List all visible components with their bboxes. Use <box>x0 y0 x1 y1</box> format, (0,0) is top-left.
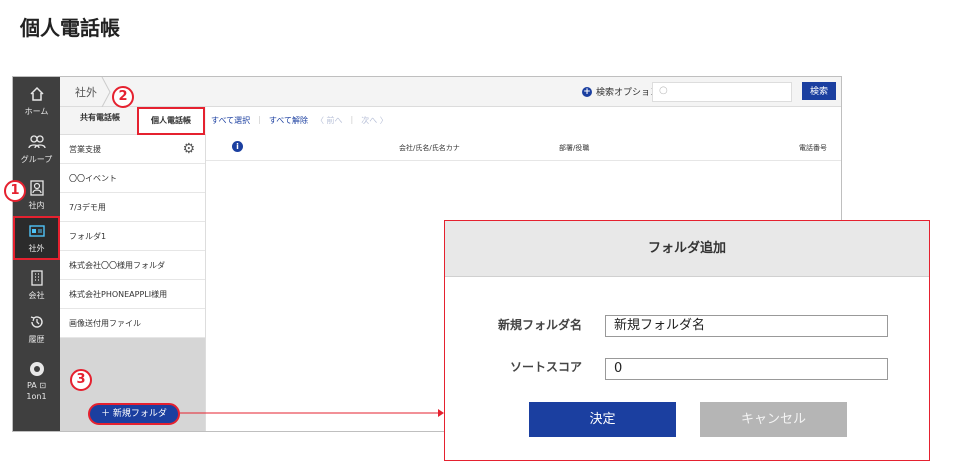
folder-label: 株式会社PHONEAPPLI様用 <box>69 290 168 299</box>
add-folder-dialog: フォルダ追加 新規フォルダ名 新規フォルダ名 ソートスコア 0 決定 キャンセル <box>444 220 930 461</box>
rail-item-label: 社外 <box>28 244 45 253</box>
folder-item[interactable]: 〇〇イベント <box>60 164 205 193</box>
dialog-title: フォルダ追加 <box>445 221 929 277</box>
rail-item-label: ホーム <box>24 107 49 116</box>
rail-item-external[interactable]: 社外 <box>13 216 60 260</box>
cancel-button[interactable]: キャンセル <box>700 402 847 437</box>
external-card-icon <box>15 223 58 243</box>
next-page-link[interactable]: 次へ 〉 <box>361 115 388 126</box>
gear-icon[interactable]: ⚙ <box>182 135 195 164</box>
search-button[interactable]: 検索 <box>802 82 836 100</box>
folder-item[interactable]: フォルダ1 <box>60 222 205 251</box>
folder-item[interactable]: 株式会社PHONEAPPLI様用 <box>60 280 205 309</box>
select-all-link[interactable]: すべて選択 <box>211 115 250 126</box>
annotation-badge-3: 3 <box>70 369 92 391</box>
table-header: i 会社/氏名/氏名カナ 部署/役職 電話番号 <box>206 135 841 161</box>
folder-label: 営業支援 <box>69 145 101 154</box>
rail-item-label: 社内 <box>28 201 45 210</box>
breadcrumb[interactable]: 社外 <box>75 84 97 100</box>
folder-item[interactable]: 画像送付用ファイル <box>60 309 205 338</box>
rail-item-label: 履歴 <box>28 335 45 344</box>
annotation-badge-2: 2 <box>112 86 134 108</box>
deselect-all-link[interactable]: すべて解除 <box>269 115 308 126</box>
sort-score-input[interactable]: 0 <box>605 358 888 380</box>
nav-rail: ホーム グループ 社内 社外 会社 履歴 PA ⊡ 1on1 <box>13 77 60 431</box>
building-icon <box>13 270 60 290</box>
pa-icon <box>13 360 60 380</box>
phonebook-tabs: 共有電話帳 個人電話帳 <box>60 107 206 135</box>
folder-name-input[interactable]: 新規フォルダ名 <box>605 315 888 337</box>
tab-shared-phonebook[interactable]: 共有電話帳 <box>80 112 120 123</box>
rail-item-label: 会社 <box>28 291 45 300</box>
list-actions: すべて選択 | すべて解除 〈 前へ | 次へ 〉 <box>211 115 388 126</box>
folder-label: 〇〇イベント <box>69 174 117 183</box>
search-options-link[interactable]: + 検索オプション <box>582 85 659 98</box>
page-title: 個人電話帳 <box>20 16 120 40</box>
search-input[interactable]: ○ <box>652 82 792 102</box>
search-icon: ○ <box>659 85 668 96</box>
top-bar: 社外 + 検索オプション ○ 検索 <box>60 77 841 107</box>
prev-page-link[interactable]: 〈 前へ <box>316 115 343 126</box>
history-icon <box>13 314 60 334</box>
new-folder-button[interactable]: ＋ 新規フォルダ <box>88 403 180 425</box>
column-phone[interactable]: 電話番号 <box>799 143 827 153</box>
divider: | <box>350 115 354 124</box>
info-icon[interactable]: i <box>232 141 243 152</box>
folder-item[interactable]: 営業支援 ⚙ <box>60 135 205 164</box>
divider: | <box>258 115 261 124</box>
folder-label: 画像送付用ファイル <box>69 319 141 328</box>
folder-item[interactable]: 7/3デモ用 <box>60 193 205 222</box>
rail-item-pa[interactable]: PA ⊡ 1on1 <box>13 355 60 407</box>
folder-item[interactable]: 株式会社〇〇様用フォルダ <box>60 251 205 280</box>
home-icon <box>13 86 60 106</box>
folder-name-label: 新規フォルダ名 <box>497 318 582 332</box>
column-dept[interactable]: 部署/役職 <box>559 143 589 153</box>
rail-item-company[interactable]: 会社 <box>13 265 60 309</box>
breadcrumb-chevron-icon <box>101 77 111 107</box>
tab-personal-phonebook[interactable]: 個人電話帳 <box>137 107 205 135</box>
folder-label: 株式会社〇〇様用フォルダ <box>69 261 165 270</box>
search-options-label: 検索オプション <box>596 88 660 98</box>
column-company[interactable]: 会社/氏名/氏名カナ <box>399 143 460 153</box>
annotation-badge-1: 1 <box>4 180 26 202</box>
rail-item-label: PA ⊡ 1on1 <box>26 381 47 401</box>
folder-label: フォルダ1 <box>69 232 107 241</box>
confirm-button[interactable]: 決定 <box>529 402 676 437</box>
plus-circle-icon: + <box>582 86 592 97</box>
rail-item-group[interactable]: グループ <box>13 129 60 173</box>
rail-item-history[interactable]: 履歴 <box>13 309 60 353</box>
group-icon <box>13 134 60 154</box>
rail-item-home[interactable]: ホーム <box>13 81 60 125</box>
rail-item-label: グループ <box>20 155 53 164</box>
folder-label: 7/3デモ用 <box>69 203 106 212</box>
sort-score-label: ソートスコア <box>509 360 582 374</box>
